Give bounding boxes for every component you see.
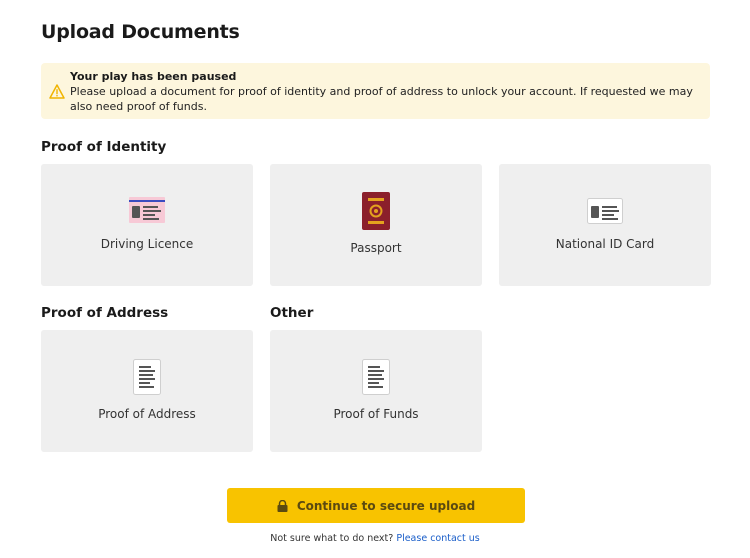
- section-heading-proof-of-identity: Proof of Identity: [41, 139, 167, 155]
- lock-icon: [277, 499, 288, 512]
- document-icon: [133, 359, 161, 395]
- section-heading-other: Other: [270, 305, 314, 321]
- tile-label: Proof of Funds: [333, 407, 419, 421]
- document-icon: [362, 359, 390, 395]
- tile-driving-licence[interactable]: Driving Licence: [41, 164, 253, 286]
- continue-secure-upload-button[interactable]: Continue to secure upload: [227, 488, 525, 523]
- tile-passport[interactable]: Passport: [270, 164, 482, 286]
- page-title: Upload Documents: [41, 21, 240, 43]
- account-paused-alert: Your play has been paused Please upload …: [41, 63, 710, 119]
- help-text: Not sure what to do next? Please contact…: [0, 533, 750, 545]
- passport-icon: [362, 192, 390, 230]
- section-heading-proof-of-address: Proof of Address: [41, 305, 169, 321]
- tile-label: Passport: [350, 241, 402, 255]
- tile-national-id-card[interactable]: National ID Card: [499, 164, 711, 286]
- tile-label: Proof of Address: [98, 407, 196, 421]
- tile-proof-of-address[interactable]: Proof of Address: [41, 330, 253, 452]
- id-card-icon: [587, 198, 623, 224]
- tile-proof-of-funds[interactable]: Proof of Funds: [270, 330, 482, 452]
- contact-us-link[interactable]: Please contact us: [396, 533, 479, 544]
- alert-title: Your play has been paused: [70, 70, 237, 83]
- tile-label: National ID Card: [555, 237, 655, 251]
- alert-message: Please upload a document for proof of id…: [70, 85, 693, 113]
- cta-label: Continue to secure upload: [296, 498, 476, 513]
- warning-triangle-icon: [49, 84, 65, 99]
- driving-licence-icon: [129, 197, 165, 223]
- help-question: Not sure what to do next?: [270, 533, 394, 544]
- tile-label: Driving Licence: [100, 237, 194, 251]
